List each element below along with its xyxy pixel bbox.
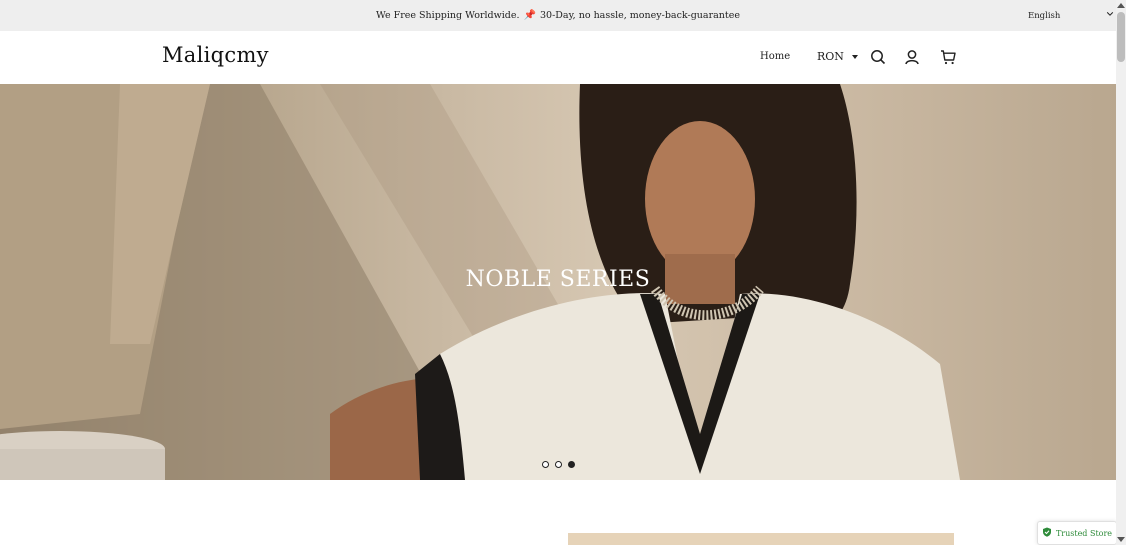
pin-icon: 📌 — [523, 10, 536, 21]
scroll-up-arrow[interactable] — [1117, 3, 1125, 8]
slider-dot-3[interactable] — [568, 461, 575, 468]
page-scrollbar[interactable] — [1116, 0, 1126, 545]
hero-title: NOBLE SERIES — [465, 267, 651, 292]
announcement-text-2: 30-Day, no hassle, money-back-guarantee — [539, 10, 740, 21]
announcement-text-1: We Free Shipping Worldwide. — [376, 10, 520, 21]
promo-image[interactable] — [568, 533, 954, 545]
currency-label: RON — [817, 50, 844, 63]
chevron-down-icon — [1106, 10, 1114, 21]
site-header: Maliqcmy Home RON — [0, 31, 1116, 84]
announcement-bar: We Free Shipping Worldwide. 📌 30-Day, no… — [0, 0, 1116, 31]
search-icon[interactable] — [870, 49, 886, 65]
scroll-down-arrow[interactable] — [1117, 537, 1125, 542]
trusted-store-label: Trusted Store — [1055, 528, 1113, 538]
language-label: English — [1028, 10, 1061, 21]
scroll-thumb[interactable] — [1117, 12, 1125, 62]
site-logo[interactable]: Maliqcmy — [162, 43, 269, 67]
hero-banner[interactable]: NOBLE SERIES — [0, 84, 1116, 480]
shield-check-icon — [1042, 527, 1052, 539]
slider-dot-1[interactable] — [542, 461, 549, 468]
nav-home-link[interactable]: Home — [760, 51, 790, 62]
caret-down-icon — [851, 54, 858, 59]
language-selector[interactable]: English — [1028, 0, 1114, 31]
slider-dots — [542, 461, 575, 468]
trusted-store-badge[interactable]: Trusted Store — [1037, 521, 1117, 545]
currency-selector[interactable]: RON — [817, 50, 858, 63]
slider-dot-2[interactable] — [555, 461, 562, 468]
cart-icon[interactable] — [940, 49, 956, 65]
account-icon[interactable] — [904, 49, 920, 65]
